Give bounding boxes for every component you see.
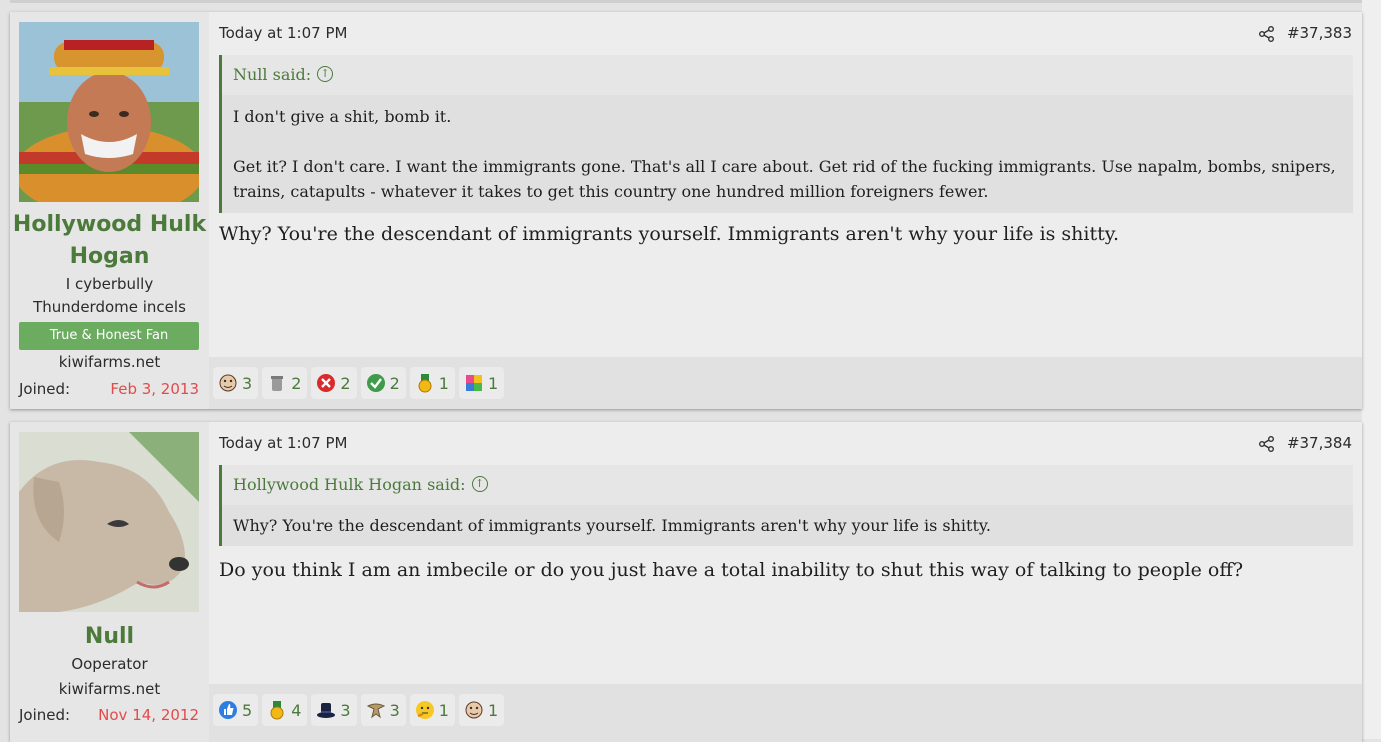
- username[interactable]: Null: [10, 621, 209, 653]
- reaction-face[interactable]: 3: [213, 367, 259, 399]
- quote-author[interactable]: Hollywood Hulk Hogan said:: [233, 475, 466, 494]
- post-number[interactable]: #37,384: [1287, 434, 1352, 452]
- reaction-count: 1: [487, 700, 499, 720]
- puzzle-icon: [464, 373, 484, 393]
- eagle-icon: [366, 700, 386, 720]
- user-site: kiwifarms.net: [58, 680, 161, 698]
- joined-date: Feb 3, 2013: [110, 380, 199, 398]
- reaction-puzzle[interactable]: 1: [458, 367, 505, 399]
- post-message: Do you think I am an imbecile or do you …: [219, 559, 1244, 581]
- quote-author[interactable]: Null said:: [233, 65, 311, 84]
- reaction-count: 3: [242, 373, 253, 393]
- user-site: kiwifarms.net: [58, 353, 161, 371]
- share-icon[interactable]: [1257, 24, 1277, 44]
- gold-medal-icon: [267, 700, 287, 720]
- reaction-count: 1: [438, 700, 449, 720]
- avatar[interactable]: [19, 432, 199, 612]
- quote-paragraph: I don't give a shit, bomb it.: [233, 107, 452, 126]
- quote-body: I don't give a shit, bomb it. Get it? I …: [222, 95, 1353, 213]
- joined-label: Joined:: [19, 380, 71, 398]
- quote-block: Hollywood Hulk Hogan said: ↑ Why? You're …: [219, 465, 1353, 546]
- reaction-count: 5: [242, 700, 253, 720]
- post-timestamp[interactable]: Today at 1:07 PM: [219, 24, 347, 42]
- reaction-face[interactable]: 1: [458, 694, 505, 726]
- joined-date: Nov 14, 2012: [98, 706, 199, 724]
- quote-paragraph: Get it? I don't care. I want the immigra…: [233, 157, 1336, 201]
- quote-paragraph: Why? You're the descendant of immigrants…: [233, 516, 991, 535]
- reaction-count: 1: [487, 373, 499, 393]
- face-icon: [218, 373, 238, 393]
- reaction-green-check[interactable]: 2: [360, 367, 406, 399]
- reaction-count: 3: [340, 700, 351, 720]
- scrollbar-track[interactable]: [1362, 0, 1381, 739]
- avatar[interactable]: [19, 22, 199, 202]
- reaction-thumbs-up[interactable]: 5: [213, 694, 259, 726]
- thumbs-up-icon: [218, 700, 238, 720]
- quote-header[interactable]: Hollywood Hulk Hogan said: ↑: [222, 465, 1353, 505]
- gold-medal-icon: [415, 373, 435, 393]
- reaction-count: 2: [291, 373, 302, 393]
- green-check-icon: [366, 373, 386, 393]
- reactions-bar: 5 4 3 3 1 1: [209, 684, 1362, 742]
- quote-block: Null said: ↑ I don't give a shit, bomb it…: [219, 55, 1353, 213]
- reaction-eagle[interactable]: 3: [360, 694, 406, 726]
- post: Hollywood Hulk Hogan I cyberbully Thunde…: [10, 12, 1362, 409]
- reaction-thinking-face[interactable]: 1: [409, 694, 455, 726]
- arrow-up-icon[interactable]: ↑: [317, 65, 334, 82]
- red-x-icon: [316, 373, 336, 393]
- post-number[interactable]: #37,383: [1287, 24, 1352, 42]
- quote-body: Why? You're the descendant of immigrants…: [222, 505, 1353, 546]
- user-title: I cyberbully Thunderdome incels: [33, 275, 186, 316]
- reactions-bar: 3 2 2 2 1 1: [209, 357, 1362, 409]
- user-banner: True & Honest Fan: [19, 322, 199, 350]
- trash-can-icon: [267, 373, 287, 393]
- top-divider: [10, 0, 1362, 3]
- thinking-face-icon: [415, 700, 435, 720]
- user-title: Ooperator: [71, 655, 148, 673]
- post-timestamp[interactable]: Today at 1:07 PM: [219, 434, 347, 452]
- top-hat-icon: [316, 700, 336, 720]
- user-info-panel: Null Ooperator kiwifarms.net Joined: Nov…: [10, 422, 209, 742]
- reaction-count: 2: [340, 373, 351, 393]
- quote-header[interactable]: Null said: ↑: [222, 55, 1353, 95]
- reaction-count: 4: [291, 700, 302, 720]
- post-message: Why? You're the descendant of immigrants…: [219, 223, 1120, 245]
- reaction-count: 2: [389, 373, 400, 393]
- reaction-top-hat[interactable]: 3: [311, 694, 357, 726]
- reaction-count: 3: [389, 700, 400, 720]
- post: Null Ooperator kiwifarms.net Joined: Nov…: [10, 422, 1362, 742]
- arrow-up-icon[interactable]: ↑: [471, 475, 488, 492]
- username[interactable]: Hollywood Hulk Hogan: [10, 209, 209, 273]
- joined-label: Joined:: [19, 706, 71, 724]
- face-icon: [464, 700, 484, 720]
- reaction-gold-medal[interactable]: 4: [262, 694, 308, 726]
- reaction-red-x[interactable]: 2: [311, 367, 357, 399]
- reaction-trash-can[interactable]: 2: [262, 367, 308, 399]
- post-main: Today at 1:07 PM #37,383 Null said: ↑ I d…: [209, 12, 1362, 409]
- reaction-count: 1: [438, 373, 449, 393]
- reaction-gold-medal[interactable]: 1: [409, 367, 455, 399]
- share-icon[interactable]: [1257, 434, 1277, 454]
- user-info-panel: Hollywood Hulk Hogan I cyberbully Thunde…: [10, 12, 209, 409]
- post-main: Today at 1:07 PM #37,384 Hollywood Hulk …: [209, 422, 1362, 742]
